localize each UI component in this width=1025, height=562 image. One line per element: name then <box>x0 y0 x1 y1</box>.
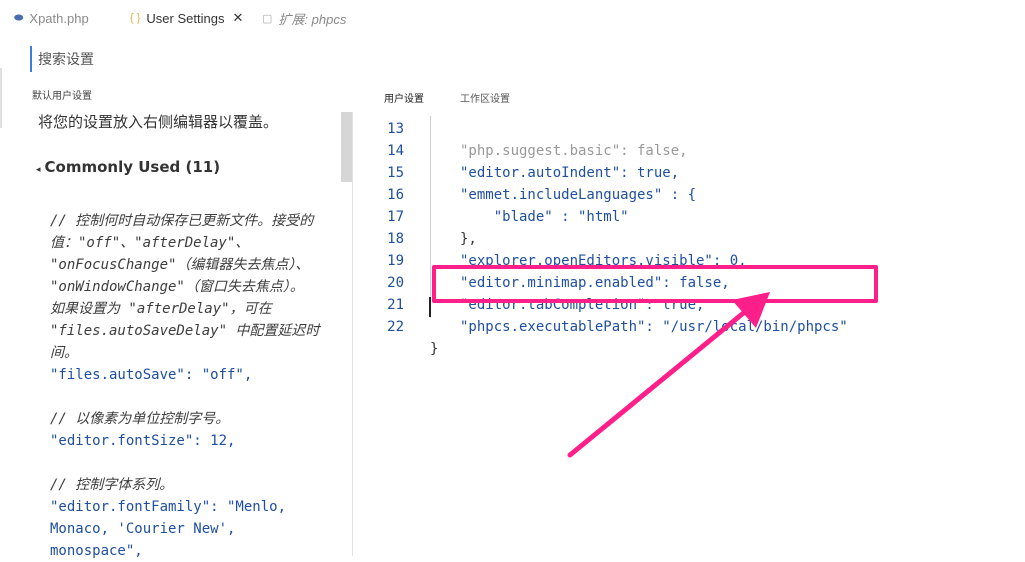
annotation-arrow-icon <box>567 292 770 458</box>
